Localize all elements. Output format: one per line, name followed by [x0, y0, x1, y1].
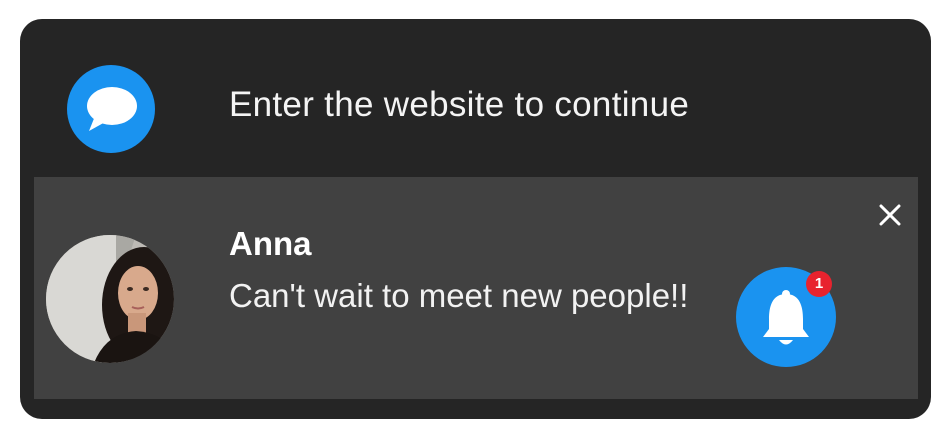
- notification-card: Enter the website to continue Anna Can't…: [20, 19, 931, 419]
- avatar: [46, 235, 174, 363]
- notifications-bell-button[interactable]: 1: [736, 267, 836, 367]
- close-icon: [879, 204, 901, 226]
- sender-name: Anna: [229, 225, 312, 262]
- message-text: Can't wait to meet new people!!: [229, 277, 689, 314]
- banner-row[interactable]: Enter the website to continue: [20, 19, 931, 177]
- notification-count-badge: 1: [806, 271, 832, 297]
- banner-text: Enter the website to continue: [229, 85, 690, 124]
- chat-bubble-icon: [67, 65, 155, 153]
- message-notification[interactable]: Anna Can't wait to meet new people!! 1: [34, 177, 918, 399]
- close-button[interactable]: [876, 201, 904, 229]
